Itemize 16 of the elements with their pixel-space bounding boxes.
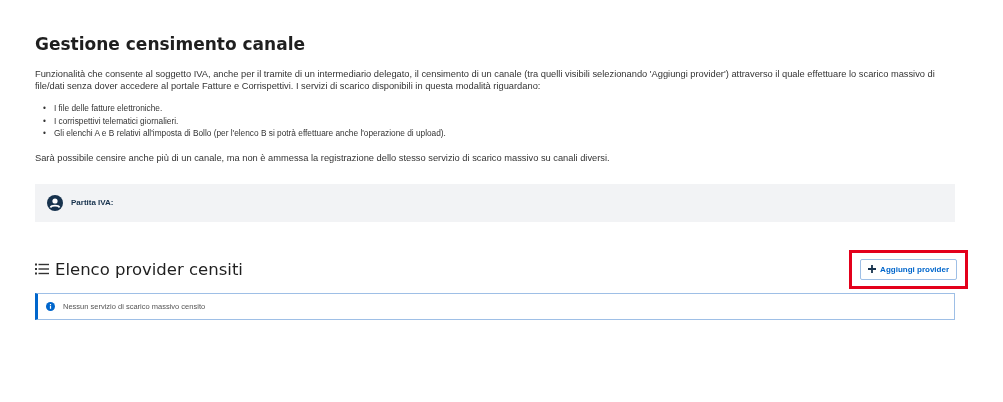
vat-label: Partita IVA: <box>71 198 114 207</box>
intro-paragraph: Funzionalità che consente al soggetto IVA, anche per il tramite di un intermediario delegato, il censimento di un canale (tra quelli visibili selezionando 'Aggiungi provider') attraverso il quale effettuare lo scarico massivo di file/dati senza dover accedere al portale Fatture e Corrispettivi. I servizi di scarico disponibili in questa modalità riguardano: <box>35 68 936 92</box>
page-title: Gestione censimento canale <box>35 34 306 54</box>
bullet: • <box>43 127 46 140</box>
service-item: I corrispettivi telematici giornalieri. <box>53 114 179 127</box>
note-paragraph: Sarà possibile censire anche più di un canale, ma non è ammessa la registrazione dello stesso servizio di scarico massivo su canali diversi. <box>35 151 611 164</box>
plus-icon <box>868 265 877 273</box>
bullet: • <box>43 102 46 115</box>
add-provider-button[interactable]: Aggiungi provider <box>860 258 957 280</box>
info-icon <box>46 301 55 311</box>
list-icon <box>35 263 49 275</box>
bullet: • <box>43 114 46 127</box>
section-heading: Elenco provider censiti <box>55 259 243 279</box>
user-icon <box>47 194 63 211</box>
service-item: Gli elenchi A e B relativi all'imposta di Bollo (per l'elenco B si potrà effettuare anche l'operazione di upload). <box>53 127 446 140</box>
service-item: I file delle fatture elettroniche. <box>53 102 163 115</box>
